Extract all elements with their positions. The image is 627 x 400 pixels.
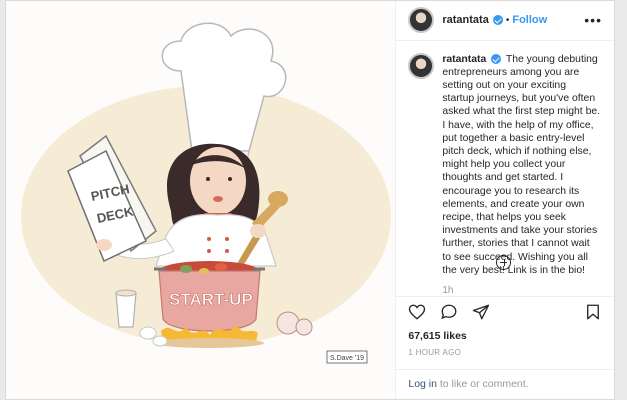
login-prompt-text: to like or comment. [436,378,529,391]
bookmark-icon[interactable] [584,303,602,321]
login-link[interactable]: Log in [408,378,437,390]
follow-button[interactable]: Follow [512,14,547,26]
action-bar [396,296,614,328]
caption-block: ratantata The young debuting entrepreneu… [408,52,602,277]
heart-icon[interactable] [408,303,426,321]
caption-avatar[interactable] [408,52,435,79]
post-window: PITCH DECK START-UP S.Dave '19 ratantata… [5,0,615,400]
post-image[interactable]: PITCH DECK START-UP S.Dave '19 [6,1,397,399]
more-options-icon[interactable]: ••• [584,12,602,28]
login-prompt: Log in to like or comment. [396,368,614,399]
comments-area[interactable]: ratantata The young debuting entrepreneu… [396,41,614,296]
paper-plane-icon[interactable] [472,303,490,321]
post-header: ratantata • Follow ••• [396,1,614,41]
post-sidebar: ratantata • Follow ••• ratantata The you… [396,1,614,399]
username-link[interactable]: ratantata [442,14,488,26]
caption-timestamp: 1h [442,285,454,297]
post-timestamp: 1 HOUR AGO [408,347,462,357]
caption-body: The young debuting entrepreneurs among y… [442,53,601,276]
likes-count[interactable]: 67,615 likes [396,328,614,342]
comment-bubble-icon[interactable] [440,303,458,321]
caption-username[interactable]: ratantata [442,54,486,65]
plus-circle-icon[interactable] [496,254,512,270]
verified-badge-icon [492,15,503,26]
caption-verified-badge-icon [491,53,502,64]
header-separator: • [505,14,510,26]
pot-label: START-UP [169,290,253,309]
chef-illustration: PITCH DECK START-UP S.Dave '19 [21,22,391,364]
avatar[interactable] [408,7,435,34]
artist-signature: S.Dave '19 [330,355,364,362]
caption-text: ratantata The young debuting entrepreneu… [442,53,600,277]
